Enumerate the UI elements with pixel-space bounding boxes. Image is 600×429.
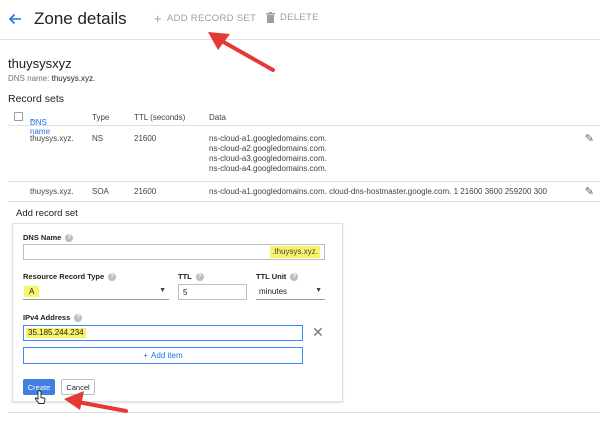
ttl-unit-label: TTL Unit ? <box>256 272 299 281</box>
cancel-button[interactable]: Cancel <box>61 379 95 395</box>
help-icon[interactable]: ? <box>108 272 117 281</box>
rr-type-label: Resource Record Type ? <box>23 272 117 281</box>
chevron-down-icon: ▼ <box>315 287 322 294</box>
add-record-set-button[interactable]: + ADD RECORD SET <box>154 12 256 25</box>
arrow-to-create-icon <box>76 400 128 413</box>
close-icon[interactable]: ✕ <box>312 325 324 339</box>
row-ttl: 21600 <box>134 187 157 196</box>
ipv4-address-value: 35.185.244.234 <box>26 328 86 338</box>
zone-dns-name: DNS name: thuysys.xyz. <box>8 74 95 83</box>
rr-type-label-text: Resource Record Type <box>23 272 105 281</box>
row-data: ns-cloud-a1.googledomains.com. cloud-dns… <box>209 187 547 196</box>
row-type: NS <box>92 134 104 143</box>
ttl-unit-label-text: TTL Unit <box>256 272 287 281</box>
ttl-unit-select[interactable]: minutes ▼ <box>256 284 325 300</box>
delete-label: DELETE <box>280 12 319 23</box>
hand-cursor-icon <box>34 390 46 404</box>
rr-type-select[interactable]: A ▼ <box>23 284 169 300</box>
arrow-back-icon <box>8 13 21 25</box>
add-item-button[interactable]: + Add item <box>23 347 303 364</box>
divider <box>8 412 600 413</box>
column-data: Data <box>209 113 226 122</box>
delete-button[interactable]: DELETE <box>266 12 319 23</box>
row-dns-name: thuysys.xyz. <box>30 134 74 143</box>
ipv4-address-input[interactable]: 35.185.244.234 <box>23 325 303 341</box>
pencil-icon[interactable]: ✎ <box>585 185 594 198</box>
dns-name-value: thuysys.xyz. <box>51 74 96 83</box>
row-ttl: 21600 <box>134 134 157 143</box>
ttl-label: TTL ? <box>178 272 204 281</box>
help-icon[interactable]: ? <box>290 272 299 281</box>
record-sets-table-header: DNS name ^ Type TTL (seconds) Data <box>8 108 600 136</box>
column-ttl: TTL (seconds) <box>134 113 186 122</box>
ipv4-label-text: IPv4 Address <box>23 313 71 322</box>
row-data-line: ns-cloud-a2.googledomains.com. <box>209 144 327 153</box>
trash-icon <box>266 12 275 23</box>
help-icon[interactable]: ? <box>65 233 74 242</box>
add-record-set-title: Add record set <box>16 208 78 219</box>
select-all-checkbox[interactable] <box>14 112 23 121</box>
dns-name-suffix: .thuysys.xyz. <box>270 246 320 258</box>
chevron-down-icon: ▼ <box>159 287 166 294</box>
row-data-line: ns-cloud-a3.googledomains.com. <box>209 154 327 163</box>
dns-name-field-label: DNS Name ? <box>23 233 74 242</box>
plus-icon: + <box>143 351 149 360</box>
pencil-icon[interactable]: ✎ <box>585 132 594 145</box>
dns-name-input[interactable]: .thuysys.xyz. <box>23 244 325 260</box>
help-icon[interactable]: ? <box>195 272 204 281</box>
back-button[interactable] <box>4 8 26 30</box>
arrow-to-add-record-icon <box>218 38 275 72</box>
rr-type-value: A <box>24 286 40 297</box>
row-data: ns-cloud-a1.googledomains.com. ns-cloud-… <box>209 134 327 174</box>
page-title: Zone details <box>34 9 127 28</box>
ttl-input[interactable]: 5 <box>178 284 247 300</box>
row-data-line: ns-cloud-a4.googledomains.com. <box>209 164 327 173</box>
dns-name-label: DNS name: <box>8 74 50 83</box>
table-row[interactable]: thuysys.xyz. SOA 21600 ns-cloud-a1.googl… <box>8 182 600 202</box>
help-icon[interactable]: ? <box>74 313 83 322</box>
ttl-input-value: 5 <box>183 288 188 297</box>
row-dns-name: thuysys.xyz. <box>30 187 74 196</box>
ttl-label-text: TTL <box>178 272 192 281</box>
row-data-line: ns-cloud-a1.googledomains.com. <box>209 134 327 143</box>
dns-name-field-label-text: DNS Name <box>23 233 62 242</box>
ipv4-label: IPv4 Address ? <box>23 313 83 322</box>
zone-name: thuysysxyz <box>8 56 72 71</box>
add-item-label: Add item <box>151 351 183 360</box>
ttl-unit-value: minutes <box>259 287 288 296</box>
record-sets-title: Record sets <box>8 93 65 105</box>
plus-icon: + <box>154 11 162 26</box>
top-bar: Zone details + ADD RECORD SET DELETE <box>0 0 600 40</box>
row-type: SOA <box>92 187 109 196</box>
column-type: Type <box>92 113 110 122</box>
add-record-set-label: ADD RECORD SET <box>166 13 257 24</box>
table-row[interactable]: thuysys.xyz. NS 21600 ns-cloud-a1.google… <box>8 126 600 182</box>
